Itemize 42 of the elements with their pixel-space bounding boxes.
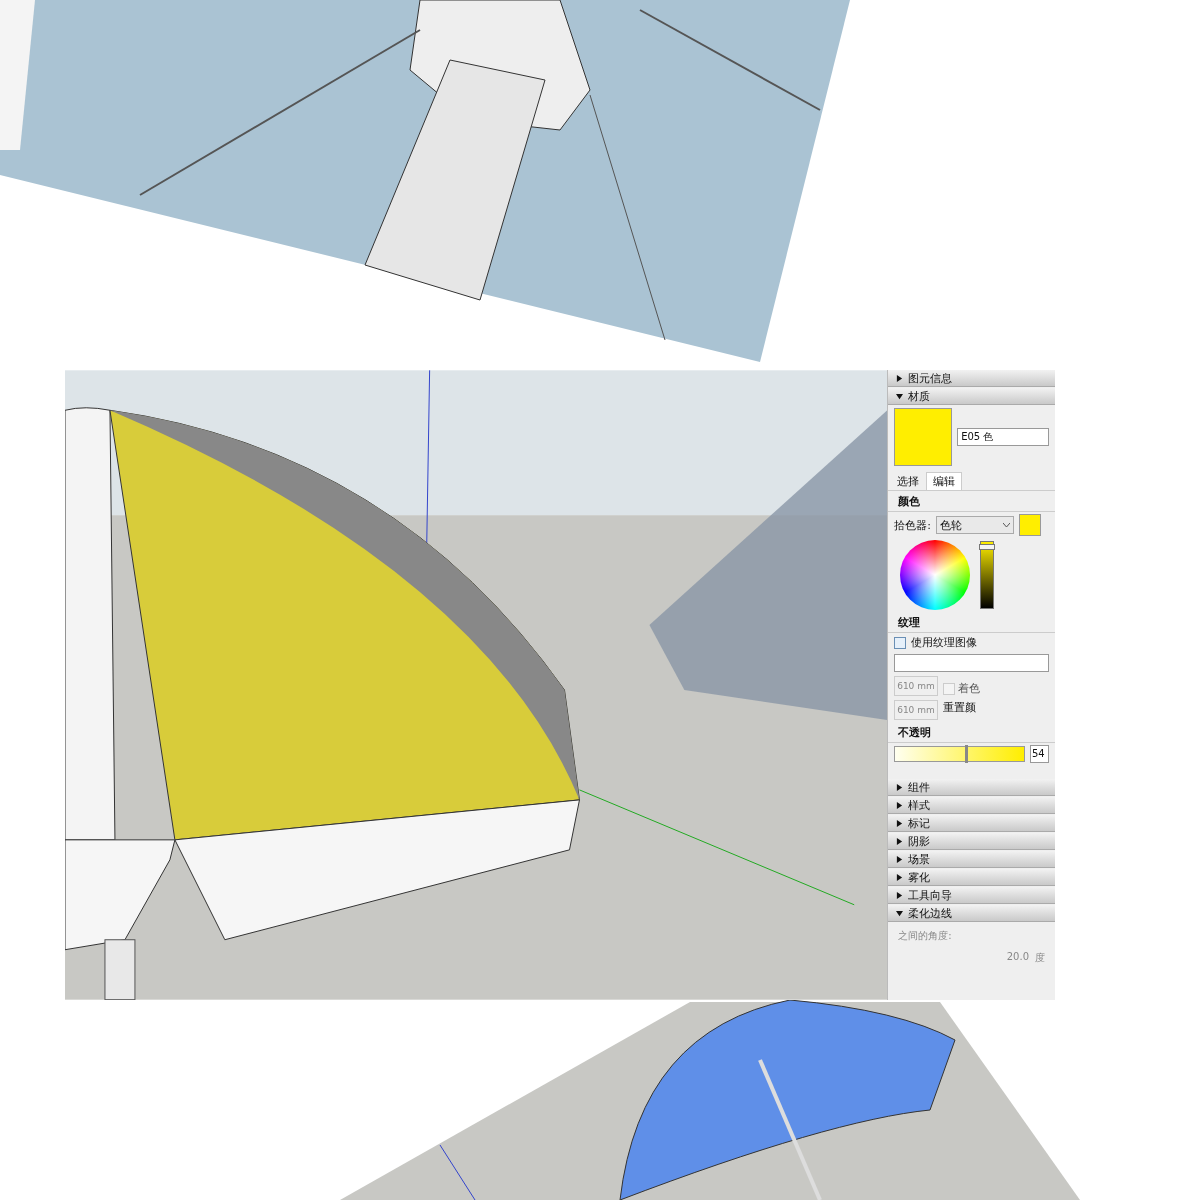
opacity-slider[interactable] (894, 746, 1025, 762)
slider-thumb[interactable] (964, 745, 968, 763)
reset-label[interactable]: 重置颜 (943, 700, 981, 715)
expand-arrow-icon (896, 837, 904, 845)
panel-header[interactable]: 样式 (888, 797, 1055, 814)
expand-arrow-icon (896, 873, 904, 881)
section-title: 纹理 (888, 612, 1055, 633)
expand-arrow-icon (896, 374, 904, 382)
collapse-arrow-icon (896, 909, 904, 917)
texture-path-field[interactable] (894, 654, 1049, 672)
expand-arrow-icon (896, 855, 904, 863)
panel-header[interactable]: 工具向导 (888, 887, 1055, 904)
expand-arrow-icon (896, 783, 904, 791)
field-label: 之间的角度: (898, 929, 952, 943)
picker-label: 拾色器: (894, 517, 931, 533)
expand-arrow-icon (896, 801, 904, 809)
expand-arrow-icon (896, 819, 904, 827)
checkbox[interactable] (894, 636, 907, 649)
section-title: 不透明 (888, 722, 1055, 743)
panel-header[interactable]: 场景 (888, 851, 1055, 868)
panel-header[interactable]: 雾化 (888, 869, 1055, 886)
expand-arrow-icon (896, 891, 904, 899)
panel-header[interactable]: 柔化边线 (888, 905, 1055, 922)
material-name-field[interactable]: E05 色 (957, 428, 1049, 446)
panel-header[interactable]: 组件 (888, 779, 1055, 796)
chevron-down-icon (1002, 522, 1010, 528)
checkbox-label: 着色 (958, 681, 981, 696)
panel-header[interactable]: 阴影 (888, 833, 1055, 850)
slider-thumb[interactable] (979, 544, 996, 551)
unit-label: 度 (1035, 951, 1045, 965)
checkbox[interactable] (943, 682, 956, 695)
tab[interactable]: 选择 (890, 472, 927, 490)
opacity-field[interactable]: 54 (1030, 745, 1049, 763)
angle-value: 20.0 (1006, 951, 1029, 964)
panel-header[interactable]: 标记 (888, 815, 1055, 832)
panel-header[interactable]: 图元信息 (888, 370, 1055, 387)
panel-header[interactable]: 材质 (888, 388, 1055, 405)
tab[interactable]: 编辑 (926, 472, 963, 490)
section-title: 颜色 (888, 491, 1055, 512)
collapse-arrow-icon (896, 392, 904, 400)
picker-dropdown[interactable]: 色轮 (935, 516, 1014, 534)
checkbox-label: 使用纹理图像 (911, 635, 978, 650)
